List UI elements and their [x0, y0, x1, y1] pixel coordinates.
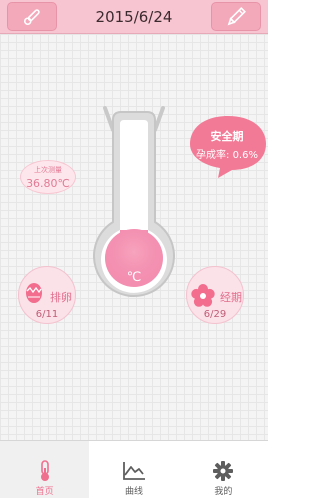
date-title: 2015/6/24 — [95, 8, 173, 26]
pregnancy-rate: 孕成率: 0.6% — [196, 150, 258, 161]
bottom-nav: 首页 曲线 我的 — [0, 440, 268, 498]
safe-period-title: 安全期 — [210, 130, 244, 143]
period-label: 经期 — [220, 291, 242, 304]
ovulation-date: 6/11 — [35, 309, 59, 320]
nav-mine[interactable]: 我的 — [179, 441, 268, 498]
flower-icon — [191, 284, 215, 307]
thermometer-icon — [40, 460, 49, 481]
chart-icon — [123, 462, 145, 480]
thermometer-button[interactable] — [7, 2, 57, 31]
gear-icon — [213, 461, 234, 481]
pencil-icon — [227, 6, 246, 25]
nav-home[interactable]: 首页 — [0, 441, 90, 498]
last-measurement-label: 上次测量 — [34, 166, 62, 174]
egg-icon — [26, 283, 42, 303]
temperature-unit: ℃ — [126, 270, 142, 285]
thermometer-icon — [23, 8, 40, 25]
ovulation-label: 排卵 — [50, 291, 72, 304]
edit-button[interactable] — [211, 2, 261, 31]
period-date: 6/29 — [203, 309, 227, 320]
header-bar: 2015/6/24 — [0, 0, 268, 34]
nav-home-label: 首页 — [35, 487, 54, 497]
last-measurement-value: 36.80℃ — [26, 177, 70, 190]
thermometer-graphic[interactable] — [93, 90, 175, 320]
nav-mine-label: 我的 — [214, 487, 233, 497]
nav-curve-label: 曲线 — [124, 487, 143, 497]
nav-curve[interactable]: 曲线 — [89, 441, 178, 498]
